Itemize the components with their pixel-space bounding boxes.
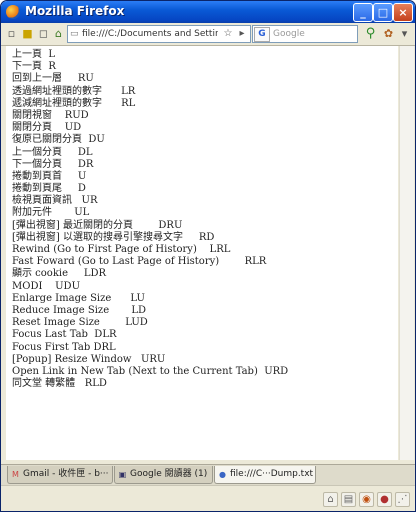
page-content: 上一頁 L 下一頁 R 回到上一層 RU 透過網址裡頭的數字 LR 遞減網址裡頭的數字 … bbox=[6, 46, 398, 460]
text-line: 透過網址裡頭的數字 LR bbox=[12, 85, 136, 97]
page-icon[interactable]: ▫ bbox=[4, 27, 19, 41]
tab-label: Google 閱讀器 (1) bbox=[130, 469, 208, 479]
text-line: MODI UDU bbox=[12, 280, 80, 292]
text-line: [彈出視窗] 最近關閉的分頁 DRU bbox=[12, 219, 183, 231]
text-line: Open Link in New Tab (Next to the Curren… bbox=[12, 365, 289, 377]
text-line: 回到上一層 RU bbox=[12, 73, 94, 85]
window-title: Mozilla Firefox bbox=[25, 4, 125, 18]
text-line: 捲動到頁首 U bbox=[12, 170, 87, 182]
text-line: Fast Foward (Go to Last Page of History)… bbox=[12, 256, 267, 268]
minimize-button[interactable]: _ bbox=[353, 3, 373, 22]
text-line: 上一頁 L bbox=[12, 49, 55, 60]
text-line: Enlarge Image Size LU bbox=[12, 292, 145, 304]
dropdown-arrow-icon[interactable]: ▾ bbox=[397, 27, 412, 41]
text-line: [Popup] Resize Window URU bbox=[12, 353, 166, 365]
tab-label: Gmail - 收件匣 - b··· bbox=[23, 469, 109, 479]
tab-bar: M Gmail - 收件匣 - b··· ▣ Google 閱讀器 (1) ● … bbox=[1, 464, 415, 485]
search-input[interactable]: Google bbox=[273, 26, 305, 42]
text-line: 關閉視窗 RUD bbox=[12, 109, 89, 121]
firefox-icon bbox=[6, 5, 20, 19]
text-line: 顯示 cookie LDR bbox=[12, 268, 107, 280]
text-line: 附加元件 UL bbox=[12, 207, 90, 219]
tab-gmail[interactable]: M Gmail - 收件匣 - b··· bbox=[7, 466, 113, 484]
navigation-toolbar: ▫ ■ ◻ ⌂ ▭ file:///C:/Documents and Setti… bbox=[1, 23, 415, 46]
text-lines: 上一頁 L 下一頁 R 回到上一層 RU 透過網址裡頭的數字 LR 遞減網址裡頭的數字 … bbox=[12, 49, 288, 390]
addon-icon[interactable]: ✿ bbox=[381, 27, 396, 41]
firefox-status-icon[interactable]: ◉ bbox=[359, 492, 374, 507]
status-bar: ⌂ ▤ ◉ ● ⋰ bbox=[1, 485, 415, 511]
text-line: Reset Image Size LUD bbox=[12, 317, 148, 329]
adblock-icon[interactable]: ● bbox=[377, 492, 392, 507]
text-line: [彈出視窗] 以選取的搜尋引擎搜尋文字 RD bbox=[12, 231, 215, 243]
search-engine-icon[interactable]: G bbox=[254, 27, 270, 42]
file-icon: ● bbox=[219, 470, 226, 479]
url-bar[interactable]: ▭ file:///C:/Documents and Settings/Ad ☆… bbox=[67, 25, 251, 43]
text-line: Reduce Image Size LD bbox=[12, 304, 147, 316]
bookmark-star-icon[interactable]: ☆ bbox=[222, 26, 234, 42]
text-line: 上一個分頁 DL bbox=[12, 146, 93, 158]
resize-grip-icon[interactable]: ⋰ bbox=[395, 492, 410, 507]
gmail-icon: M bbox=[12, 470, 19, 479]
sync-icon[interactable]: ▤ bbox=[341, 492, 356, 507]
text-line: Focus Last Tab DLR bbox=[12, 329, 117, 341]
tab-label: file:///C···Dump.txt bbox=[230, 469, 314, 479]
search-bar[interactable]: G Google bbox=[252, 25, 358, 43]
text-line: 同文堂 轉繁體 RLD bbox=[12, 378, 107, 390]
vertical-scrollbar[interactable] bbox=[399, 46, 414, 460]
text-line: 下一頁 R bbox=[12, 61, 56, 73]
firefox-window: Mozilla Firefox _ □ × ▫ ■ ◻ ⌂ ▭ file:///… bbox=[0, 0, 416, 512]
bookmark-folder-icon[interactable]: ■ bbox=[20, 27, 35, 41]
go-arrow-icon[interactable]: ▸ bbox=[236, 26, 248, 42]
text-line: 遞減網址裡頭的數字 RL bbox=[12, 97, 136, 109]
text-line: Focus First Tab DRL bbox=[12, 341, 116, 353]
text-line: 復原已關閉分頁 DU bbox=[12, 134, 105, 146]
stop-icon[interactable]: ◻ bbox=[36, 27, 51, 41]
text-line: 捲動到頁尾 D bbox=[12, 183, 86, 195]
reader-icon: ▣ bbox=[118, 470, 127, 479]
text-line: Rewind (Go to First Page of History) LRL bbox=[12, 244, 231, 255]
tab-google-reader[interactable]: ▣ Google 閱讀器 (1) bbox=[114, 466, 213, 484]
search-go-icon[interactable]: ⚲ bbox=[363, 27, 378, 41]
tab-file-dump[interactable]: ● file:///C···Dump.txt bbox=[214, 466, 316, 484]
text-line: 下一個分頁 DR bbox=[12, 158, 94, 170]
close-button[interactable]: × bbox=[393, 3, 413, 22]
text-line: 關閉分頁 UD bbox=[12, 122, 82, 134]
title-bar[interactable]: Mozilla Firefox _ □ × bbox=[1, 1, 415, 23]
text-line: 檢視頁面資訊 UR bbox=[12, 195, 98, 207]
lock-icon[interactable]: ⌂ bbox=[323, 492, 338, 507]
maximize-button[interactable]: □ bbox=[373, 3, 393, 22]
url-text: file:///C:/Documents and Settings/Ad bbox=[82, 29, 218, 39]
file-favicon-icon: ▭ bbox=[70, 29, 79, 39]
home-icon[interactable]: ⌂ bbox=[51, 27, 66, 41]
